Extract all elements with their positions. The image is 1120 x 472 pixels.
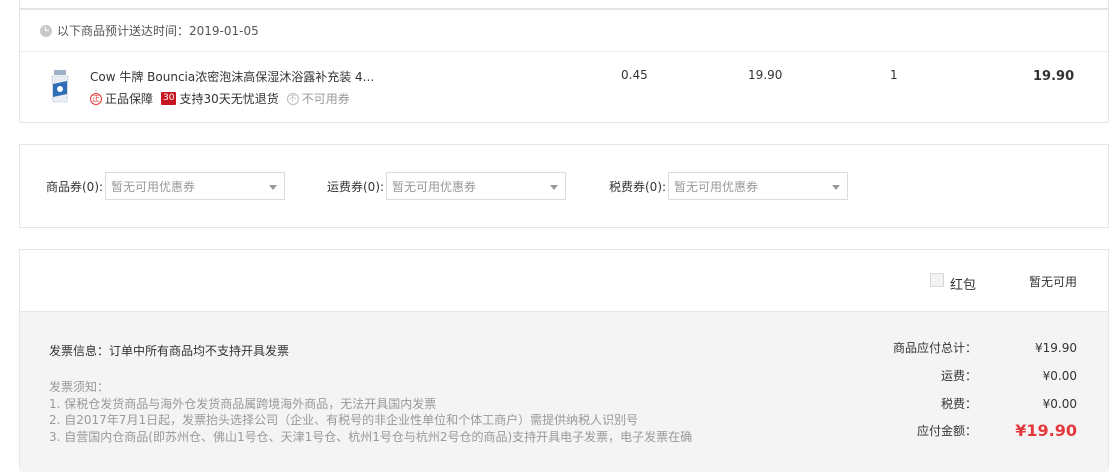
invoice-notice-title: 发票须知： xyxy=(49,380,110,394)
redpacket-label: 红包 xyxy=(950,278,977,293)
order-items-panel: 以下商品预计送达时间：2019-01-05 Cow 牛牌 Bouncia浓密泡沫… xyxy=(19,9,1109,123)
genuine-tag-label: 正品保障 xyxy=(105,92,154,106)
payable-row: 应付金额： ¥19.90 xyxy=(877,421,1077,440)
product-quantity: 1 xyxy=(890,68,898,82)
shipping-fee-label: 运费： xyxy=(940,369,977,383)
tax-coupon-label: 税费券(0): xyxy=(609,179,667,194)
invoice-notice: 发票须知： 1. 保税仓发货商品与海外仓发货商品属跨境海外商品，无法开具国内发票… xyxy=(49,379,692,445)
coupon-panel: 商品券(0): 暂无可用优惠券 运费券(0): 暂无可用优惠券 税费券(0): … xyxy=(19,144,1109,228)
redpacket-status: 暂无可用 xyxy=(1029,275,1078,289)
tax-fee-row: 税费： ¥0.00 xyxy=(877,395,1077,412)
goods-total-label: 商品应付总计： xyxy=(892,341,977,355)
dropdown-arrow-icon xyxy=(269,185,278,190)
invoice-info-text: 发票信息：订单中所有商品均不支持开具发票 xyxy=(49,344,290,358)
redpacket-checkbox[interactable] xyxy=(930,273,944,287)
coupon-unavailable-tag: 不 不可用券 xyxy=(286,90,350,107)
shipping-fee-row: 运费： ¥0.00 xyxy=(877,367,1077,384)
tax-coupon-select[interactable]: 暂无可用优惠券 xyxy=(668,172,849,200)
product-title-link[interactable]: Cow 牛牌 Bouncia浓密泡沫高保湿沐浴露补充装 4... xyxy=(90,68,374,85)
previous-section-edge xyxy=(19,0,1109,9)
payable-label: 应付金额： xyxy=(916,424,977,438)
thirty-day-badge-icon: 30 xyxy=(161,92,177,105)
tax-coupon-group: 税费券(0): 暂无可用优惠券 xyxy=(609,172,849,200)
tax-fee-value: ¥0.00 xyxy=(1042,396,1077,411)
goods-coupon-value: 暂无可用优惠券 xyxy=(111,179,196,194)
invoice-notice-line: 1. 保税仓发货商品与海外仓发货商品属跨境海外商品，无法开具国内发票 xyxy=(49,396,437,411)
product-thumbnail[interactable] xyxy=(50,70,70,104)
goods-coupon-select[interactable]: 暂无可用优惠券 xyxy=(105,172,286,200)
invoice-and-totals-area: 发票信息：订单中所有商品均不支持开具发票 发票须知： 1. 保税仓发货商品与海外… xyxy=(20,312,1108,472)
goods-total-value: ¥19.90 xyxy=(1035,340,1077,355)
order-summary-panel: 红包 暂无可用 发票信息：订单中所有商品均不支持开具发票 发票须知： 1. 保税… xyxy=(19,249,1109,472)
delivery-estimate-row: 以下商品预计送达时间：2019-01-05 xyxy=(20,10,1108,52)
product-unit-price: 19.90 xyxy=(748,68,783,82)
tax-coupon-value: 暂无可用优惠券 xyxy=(674,179,759,194)
return-policy-label: 支持30天无忧退货 xyxy=(179,92,279,106)
dropdown-arrow-icon xyxy=(832,185,841,190)
shipping-fee-value: ¥0.00 xyxy=(1042,368,1077,383)
goods-coupon-label: 商品券(0): xyxy=(46,179,104,194)
shipping-coupon-group: 运费券(0): 暂无可用优惠券 xyxy=(327,172,567,200)
product-weight: 0.45 xyxy=(621,68,648,82)
payable-amount: ¥19.90 xyxy=(1015,421,1077,440)
shipping-coupon-label: 运费券(0): xyxy=(327,179,385,194)
invoice-notice-line: 3. 自营国内仓商品(即苏州仓、佛山1号仓、天津1号仓、杭州1号仓与杭州2号仓的… xyxy=(49,429,693,444)
tax-fee-label: 税费： xyxy=(940,397,977,411)
goods-total-row: 商品应付总计： ¥19.90 xyxy=(877,339,1077,356)
product-service-tags: 正 正品保障 30 支持30天无忧退货 不 不可用券 xyxy=(90,90,358,107)
dropdown-arrow-icon xyxy=(550,185,559,190)
coupon-unavailable-label: 不可用券 xyxy=(301,92,350,106)
shipping-coupon-value: 暂无可用优惠券 xyxy=(392,179,477,194)
shipping-coupon-select[interactable]: 暂无可用优惠券 xyxy=(386,172,567,200)
goods-coupon-group: 商品券(0): 暂无可用优惠券 xyxy=(46,172,286,200)
clock-icon xyxy=(40,24,52,37)
delivery-estimate-text: 以下商品预计送达时间：2019-01-05 xyxy=(57,24,259,38)
genuine-tag: 正 正品保障 xyxy=(90,90,153,107)
product-subtotal: 19.90 xyxy=(1033,69,1075,84)
invoice-notice-line: 2. 自2017年7月1日起，发票抬头选择公司（企业、有税号的非企业性单位和个体… xyxy=(49,413,639,427)
redpacket-row: 红包 暂无可用 xyxy=(20,250,1108,312)
genuine-badge-icon: 正 xyxy=(90,92,102,105)
no-coupon-icon: 不 xyxy=(286,92,299,105)
return-policy-tag: 30 支持30天无忧退货 xyxy=(161,90,279,107)
product-row: Cow 牛牌 Bouncia浓密泡沫高保湿沐浴露补充装 4... 正 正品保障 … xyxy=(20,52,1108,122)
